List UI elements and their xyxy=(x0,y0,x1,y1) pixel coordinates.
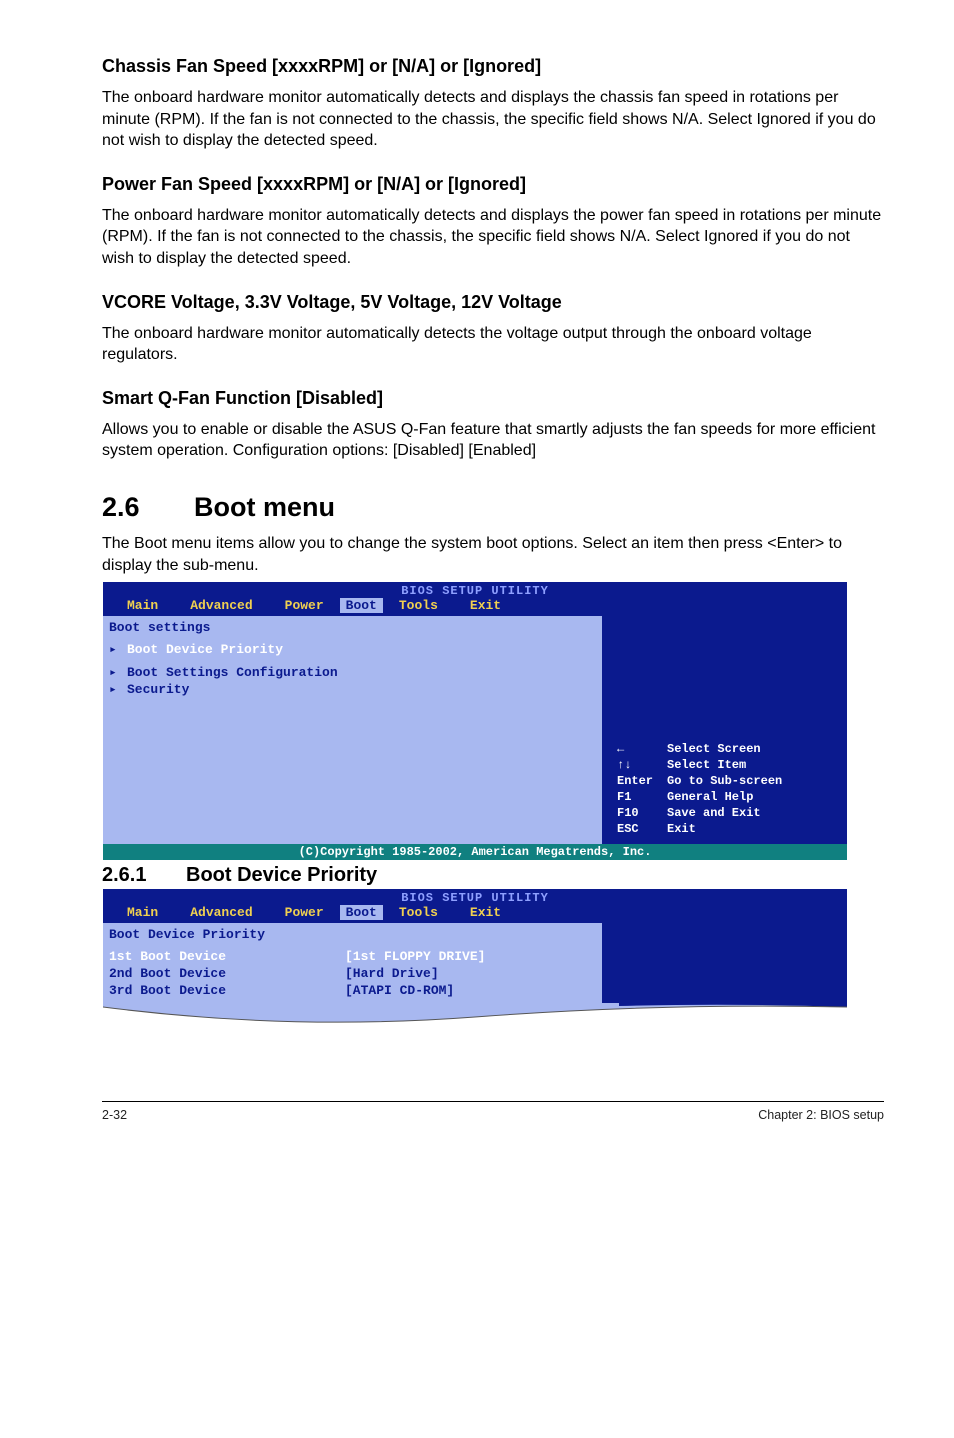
subsection-boot-device-priority: 2.6.1Boot Device Priority xyxy=(102,864,884,887)
bios-item-security[interactable]: ▸Security xyxy=(109,681,596,698)
bios-row-value: [ATAPI CD-ROM] xyxy=(345,983,454,998)
section-boot-menu: 2.6Boot menu xyxy=(102,492,884,523)
help-key: ESC xyxy=(615,822,663,836)
bios-item-label: Security xyxy=(127,682,189,697)
help-desc: Select Item xyxy=(665,758,784,772)
subsection-number: 2.6.1 xyxy=(102,864,186,887)
help-desc: Save and Exit xyxy=(665,806,784,820)
bios-right-pane: ←Select Screen ↑↓Select Item EnterGo to … xyxy=(603,616,847,844)
section-title: Boot menu xyxy=(194,492,335,522)
bios-menu-power[interactable]: Power xyxy=(269,598,340,613)
subsection-title: Boot Device Priority xyxy=(186,864,377,886)
bios-row-3rd-boot[interactable]: 3rd Boot Device [ATAPI CD-ROM] xyxy=(109,982,596,999)
bios-item-label: Boot Settings Configuration xyxy=(127,665,338,680)
bios-row-label: 1st Boot Device xyxy=(109,949,345,964)
bios-menu-boot[interactable]: Boot xyxy=(340,598,383,613)
chevron-right-icon: ▸ xyxy=(109,642,127,657)
help-desc: Go to Sub-screen xyxy=(665,774,784,788)
para-power-fan: The onboard hardware monitor automatical… xyxy=(102,205,884,270)
para-qfan: Allows you to enable or disable the ASUS… xyxy=(102,419,884,462)
bios-row-value: [Hard Drive] xyxy=(345,966,439,981)
bios-left-pane: Boot Device Priority 1st Boot Device [1s… xyxy=(103,923,603,1003)
chevron-right-icon: ▸ xyxy=(109,665,127,680)
bios-screenshot-boot-settings: BIOS SETUP UTILITY Main Advanced Power B… xyxy=(103,582,847,860)
bios-pane-heading: Boot Device Priority xyxy=(109,927,596,942)
bios-menubar: Main Advanced Power Boot Tools Exit xyxy=(103,905,847,923)
help-key: Enter xyxy=(615,774,663,788)
bios-row-label: 2nd Boot Device xyxy=(109,966,345,981)
bios-menu-main[interactable]: Main xyxy=(111,905,174,920)
bios-item-label: Boot Device Priority xyxy=(127,642,283,657)
bios-copyright: (C)Copyright 1985-2002, American Megatre… xyxy=(103,844,847,860)
bios-row-value: [1st FLOPPY DRIVE] xyxy=(345,949,485,964)
bios-title: BIOS SETUP UTILITY xyxy=(103,889,847,905)
help-key: ← xyxy=(615,742,663,756)
para-boot-intro: The Boot menu items allow you to change … xyxy=(102,533,884,576)
bios-menu-power[interactable]: Power xyxy=(269,905,340,920)
bios-menu-boot[interactable]: Boot xyxy=(340,905,383,920)
bios-title: BIOS SETUP UTILITY xyxy=(103,582,847,598)
help-desc: Exit xyxy=(665,822,784,836)
heading-chassis-fan: Chassis Fan Speed [xxxxRPM] or [N/A] or … xyxy=(102,56,884,77)
bios-menu-exit[interactable]: Exit xyxy=(454,905,517,920)
help-desc: General Help xyxy=(665,790,784,804)
help-key: F10 xyxy=(615,806,663,820)
footer-page-number: 2-32 xyxy=(102,1108,127,1122)
bios-menu-main[interactable]: Main xyxy=(111,598,174,613)
chevron-right-icon: ▸ xyxy=(109,682,127,697)
bios-screenshot-boot-device-priority: BIOS SETUP UTILITY Main Advanced Power B… xyxy=(103,889,847,1003)
bios-row-label: 3rd Boot Device xyxy=(109,983,345,998)
page-curl-decoration xyxy=(103,1003,847,1031)
bios-menu-exit[interactable]: Exit xyxy=(454,598,517,613)
bios-item-boot-device-priority[interactable]: ▸Boot Device Priority xyxy=(109,641,596,658)
bios-menu-advanced[interactable]: Advanced xyxy=(174,905,268,920)
bios-left-pane: Boot settings ▸Boot Device Priority ▸Boo… xyxy=(103,616,603,844)
bios-menu-tools[interactable]: Tools xyxy=(383,905,454,920)
heading-qfan: Smart Q-Fan Function [Disabled] xyxy=(102,388,884,409)
help-desc: Select Screen xyxy=(665,742,784,756)
heading-power-fan: Power Fan Speed [xxxxRPM] or [N/A] or [I… xyxy=(102,174,884,195)
bios-pane-heading: Boot settings xyxy=(109,620,596,635)
bios-menu-tools[interactable]: Tools xyxy=(383,598,454,613)
bios-right-pane xyxy=(603,923,847,1003)
para-chassis-fan: The onboard hardware monitor automatical… xyxy=(102,87,884,152)
bios-help-keys: ←Select Screen ↑↓Select Item EnterGo to … xyxy=(613,740,786,838)
bios-item-boot-settings-config[interactable]: ▸Boot Settings Configuration xyxy=(109,664,596,681)
help-key: ↑↓ xyxy=(615,758,663,772)
bios-row-1st-boot[interactable]: 1st Boot Device [1st FLOPPY DRIVE] xyxy=(109,948,596,965)
help-key: F1 xyxy=(615,790,663,804)
para-vcore: The onboard hardware monitor automatical… xyxy=(102,323,884,366)
footer-chapter: Chapter 2: BIOS setup xyxy=(758,1108,884,1122)
bios-row-2nd-boot[interactable]: 2nd Boot Device [Hard Drive] xyxy=(109,965,596,982)
heading-vcore: VCORE Voltage, 3.3V Voltage, 5V Voltage,… xyxy=(102,292,884,313)
section-number: 2.6 xyxy=(102,492,194,523)
footer-rule xyxy=(102,1101,884,1102)
bios-menubar: Main Advanced Power Boot Tools Exit xyxy=(103,598,847,616)
bios-menu-advanced[interactable]: Advanced xyxy=(174,598,268,613)
